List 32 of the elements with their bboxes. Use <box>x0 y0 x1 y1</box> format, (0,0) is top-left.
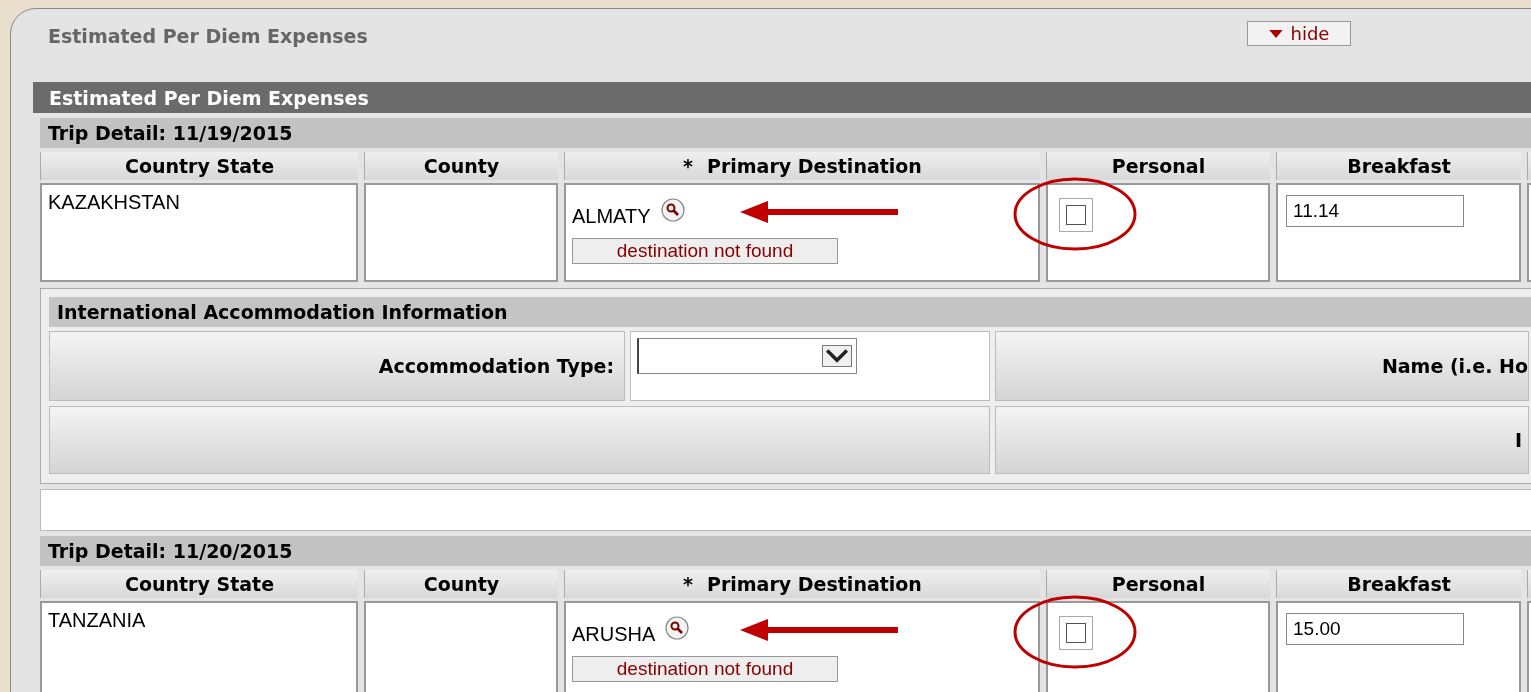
trip-detail-header: Trip Detail: 11/19/2015 <box>40 118 1531 148</box>
column-header: Personal <box>1046 570 1270 598</box>
destination-not-found-button[interactable]: destination not found <box>572 656 838 682</box>
label-cell: Name (i.e. Ho <box>995 331 1529 401</box>
column-header: Personal <box>1046 152 1270 180</box>
dropdown-icon <box>822 345 852 367</box>
column-header: Breakfast <box>1276 152 1521 180</box>
country-text: KAZAKHSTAN <box>48 191 180 213</box>
search-icon[interactable] <box>660 197 685 222</box>
panel-title: Estimated Per Diem Expenses <box>48 25 368 47</box>
search-icon[interactable] <box>665 615 690 640</box>
label-cell: I <box>995 406 1529 474</box>
trip-detail-header: Trip Detail: 11/20/2015 <box>40 536 1531 566</box>
section-header: Estimated Per Diem Expenses <box>33 82 1531 113</box>
hide-button[interactable]: hide <box>1247 21 1351 46</box>
breakfast-input[interactable]: 15.00 <box>1286 613 1464 645</box>
column-header: Country State <box>40 152 358 180</box>
column-header: Breakfast <box>1276 570 1521 598</box>
destination-text: ALMATY <box>572 205 651 228</box>
caret-icon <box>1268 29 1283 38</box>
column-header: County <box>364 152 558 180</box>
breakfast-input[interactable]: 11.14 <box>1286 195 1464 227</box>
accommodation-type-select[interactable] <box>637 338 857 374</box>
accommodation-header: International Accommodation Information <box>49 297 1531 327</box>
label-cell: Accommodation Type: <box>49 331 625 401</box>
column-header: County <box>364 570 558 598</box>
column-header: Country State <box>40 570 358 598</box>
column-header: * Primary Destination <box>564 570 1040 598</box>
country-text: TANZANIA <box>48 609 146 631</box>
column-header: * Primary Destination <box>564 152 1040 180</box>
destination-not-found-button[interactable]: destination not found <box>572 238 838 264</box>
destination-text: ARUSHA <box>572 623 656 646</box>
